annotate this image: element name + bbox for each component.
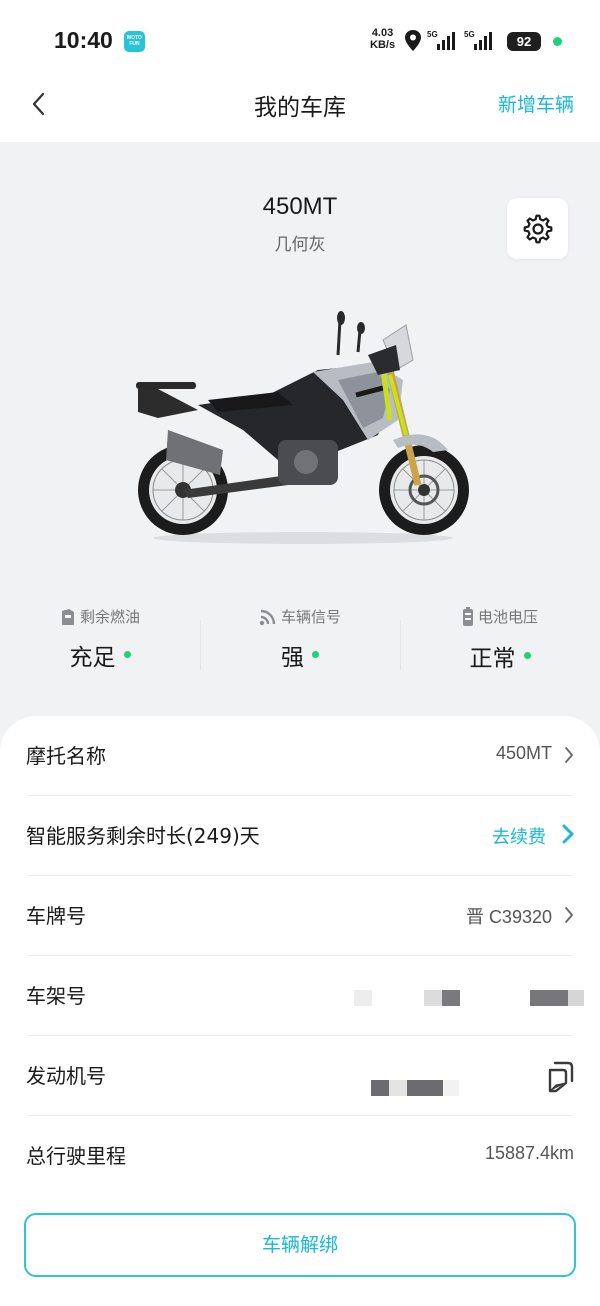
status-bar: 10:40 MOTO FUN 4.03 KB/s 5G 5G 92 — [0, 0, 600, 82]
motorcycle-image — [136, 311, 469, 544]
stat-battery-value-text: 正常 — [469, 645, 516, 672]
frame-number-redacted — [26, 990, 584, 1006]
chevron-right-icon — [565, 907, 573, 923]
stat-battery: 电池电压 正常 — [400, 606, 600, 673]
network-speed-unit: KB/s — [370, 39, 396, 51]
add-vehicle-button[interactable]: 新增车辆 — [498, 90, 574, 117]
battery-indicator: 92 — [507, 32, 541, 51]
app-notification-icon: MOTO FUN — [124, 31, 145, 52]
row-engine-number: 发动机号 — [26, 1036, 574, 1116]
vehicle-settings-button[interactable] — [507, 198, 568, 259]
row-license-plate[interactable]: 车牌号 晋 C39320 — [26, 876, 574, 956]
signal-5g-icon-2: 5G — [464, 30, 492, 50]
stat-battery-label: 电池电压 — [462, 606, 538, 627]
fuel-icon — [61, 608, 74, 625]
stat-fuel-value-text: 充足 — [69, 644, 116, 671]
row-total-mileage-value: 15887.4km — [484, 1143, 574, 1163]
row-smart-service-label: 智能服务剩余时长(249)天 — [26, 824, 260, 848]
status-time: 10:40 — [54, 27, 113, 53]
stat-battery-label-text: 电池电压 — [477, 608, 538, 626]
location-icon — [405, 30, 421, 51]
stat-fuel-value: 充足 — [70, 638, 131, 672]
stat-battery-value: 正常 — [470, 639, 531, 673]
status-ok-dot — [123, 651, 131, 658]
row-license-plate-value: 晋 C39320 — [465, 907, 552, 927]
network-label-2: 5G — [464, 30, 475, 39]
network-speed-value: 4.03 — [371, 27, 394, 39]
row-frame-number: 车架号 — [26, 956, 584, 1036]
chevron-right-icon — [565, 747, 573, 763]
stat-fuel-label-text: 剩余燃油 — [79, 608, 140, 626]
stat-signal-label: 车辆信号 — [259, 606, 341, 627]
chevron-left-icon — [32, 92, 45, 116]
row-motorcycle-name-label: 摩托名称 — [26, 744, 106, 768]
chevron-right-icon — [562, 824, 574, 844]
unbind-vehicle-button[interactable]: 车辆解绑 — [24, 1213, 576, 1277]
copy-icon[interactable] — [546, 1061, 574, 1093]
row-total-mileage: 总行驶里程 15887.4km — [26, 1116, 574, 1196]
gear-icon — [523, 214, 553, 244]
row-license-plate-label: 车牌号 — [26, 904, 86, 928]
stat-fuel-label: 剩余燃油 — [60, 606, 140, 627]
network-speed: 4.03 KB/s — [370, 27, 395, 51]
signal-icon — [259, 609, 276, 625]
nav-bar: 我的车库 新增车辆 — [0, 82, 600, 142]
status-icons: 5G 5G — [404, 28, 504, 58]
battery-icon — [462, 606, 473, 626]
stat-fuel: 剩余燃油 充足 — [0, 606, 200, 672]
status-ok-dot — [312, 651, 319, 658]
stat-signal: 车辆信号 强 — [200, 606, 400, 672]
row-total-mileage-label: 总行驶里程 — [26, 1144, 126, 1168]
row-motorcycle-name-value: 450MT — [495, 743, 552, 763]
stat-signal-label-text: 车辆信号 — [280, 608, 341, 626]
renew-service-link[interactable]: 去续费 — [492, 823, 546, 849]
row-motorcycle-name[interactable]: 摩托名称 450MT — [26, 716, 574, 796]
network-label-1: 5G — [427, 30, 438, 39]
stat-signal-value-text: 强 — [281, 644, 304, 671]
engine-number-redacted — [26, 1080, 466, 1096]
back-button[interactable] — [26, 90, 54, 118]
status-ok-dot — [523, 652, 531, 659]
row-smart-service[interactable]: 智能服务剩余时长(249)天 去续费 — [26, 796, 574, 876]
stat-signal-value: 强 — [281, 638, 319, 672]
active-dot — [553, 37, 562, 46]
signal-5g-icon-1: 5G — [427, 30, 455, 50]
